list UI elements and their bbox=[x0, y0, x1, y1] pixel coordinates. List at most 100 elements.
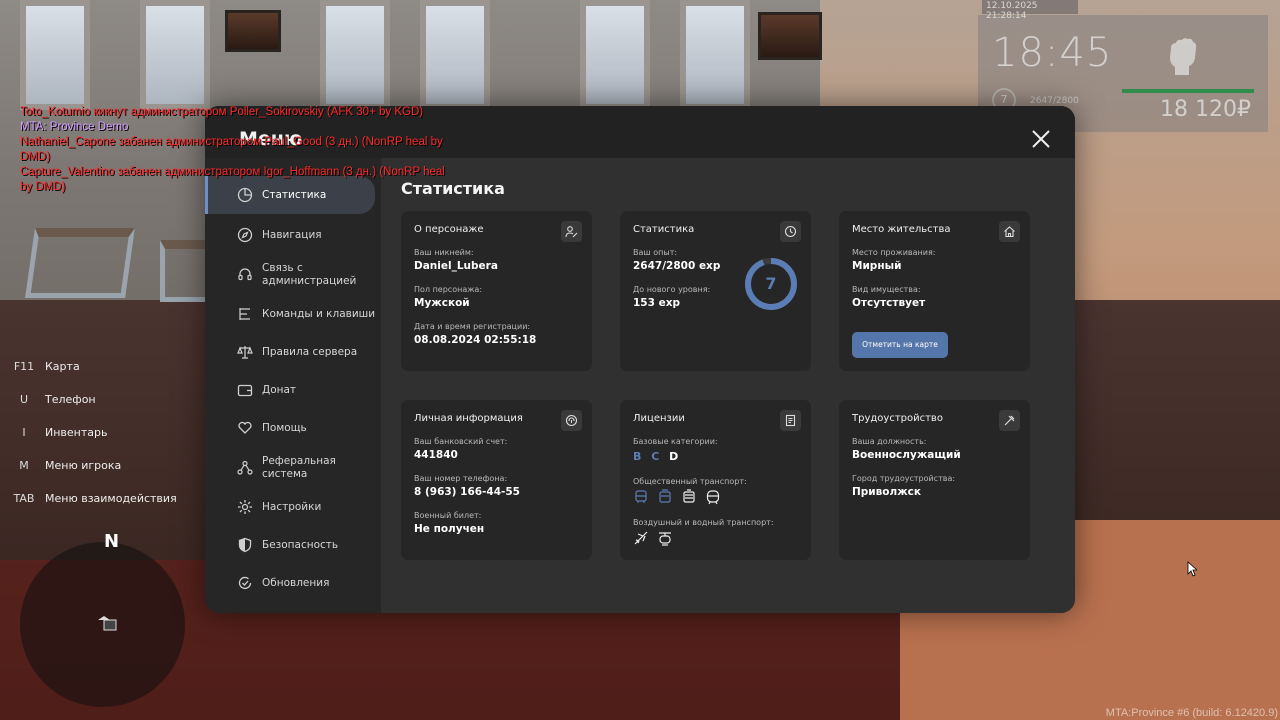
nav-item-label: Команды и клавиши bbox=[262, 307, 376, 320]
bus-icon bbox=[635, 490, 647, 503]
close-icon bbox=[1032, 130, 1050, 148]
keybind-key: M bbox=[19, 459, 29, 472]
card-action-button[interactable] bbox=[561, 410, 582, 431]
card-action-button[interactable] bbox=[780, 221, 801, 242]
refresh-check-icon bbox=[238, 576, 252, 590]
keybind-key: U bbox=[19, 393, 29, 406]
card-character: О персонаже Ваш никнейм: Daniel_Lubera П… bbox=[401, 211, 592, 371]
tools-icon bbox=[1004, 415, 1015, 426]
mark-on-map-button[interactable]: Отметить на карте bbox=[852, 332, 948, 358]
field-value: Мужской bbox=[414, 297, 470, 309]
wall-painting bbox=[758, 12, 822, 60]
nav-item-admin-contact[interactable]: Связь с администрацией bbox=[205, 254, 381, 295]
card-action-button[interactable] bbox=[561, 221, 582, 242]
nav-item-navigation[interactable]: Навигация bbox=[205, 216, 381, 254]
nav-item-referral[interactable]: Реферальная система bbox=[205, 447, 381, 488]
card-statistics: Статистика Ваш опыт: 2647/2800 exp До но… bbox=[620, 211, 811, 371]
wall-painting bbox=[225, 10, 281, 52]
field-position: Ваша должность: Военнослужащий bbox=[852, 437, 961, 461]
card-title: Трудоустройство bbox=[852, 413, 943, 424]
nav-item-label: Правила сервера bbox=[262, 345, 358, 358]
field-label: Базовые категории: bbox=[633, 437, 718, 446]
keybind-interaction-menu: TAB Меню взаимодействия bbox=[10, 482, 177, 515]
nav-item-label: Настройки bbox=[262, 500, 322, 513]
card-action-button[interactable] bbox=[999, 221, 1020, 242]
trolleybus-icon bbox=[659, 489, 671, 503]
room-window bbox=[20, 0, 90, 110]
air-transport-icons bbox=[633, 530, 673, 546]
card-residence: Место жительства Место проживания: Мирны… bbox=[839, 211, 1030, 371]
chat-line: Toto_Kotumio кикнут администратором Poll… bbox=[20, 106, 424, 118]
helicopter-icon bbox=[659, 532, 671, 546]
keybind-key: F11 bbox=[13, 360, 35, 373]
field-exp: Ваш опыт: 2647/2800 exp bbox=[633, 248, 720, 272]
house-icon bbox=[1004, 226, 1015, 238]
field-public-transport: Общественный транспорт: bbox=[633, 477, 747, 489]
hud-datetime: 12.10.2025 21:28:14 bbox=[982, 0, 1078, 21]
field-label: Место проживания: bbox=[852, 248, 936, 257]
nav-item-updates[interactable]: Обновления bbox=[205, 564, 381, 602]
fingerprint-icon bbox=[565, 414, 578, 427]
field-value: Приволжск bbox=[852, 486, 922, 498]
card-action-button[interactable] bbox=[999, 410, 1020, 431]
field-value: Daniel_Lubera bbox=[414, 260, 498, 272]
nav-item-rules[interactable]: Правила сервера bbox=[205, 333, 381, 371]
keybind-inventory: I Инвентарь bbox=[10, 416, 177, 449]
room-window bbox=[580, 0, 650, 110]
public-transport-icons bbox=[633, 489, 721, 505]
nav-item-security[interactable]: Безопасность bbox=[205, 526, 381, 564]
nav-item-label: Реферальная система bbox=[262, 454, 336, 480]
chat-line: Capture_Valentino забанен администраторо… bbox=[20, 166, 445, 178]
nav-item-help[interactable]: Помощь bbox=[205, 409, 381, 447]
fist-icon bbox=[1162, 34, 1202, 76]
field-label: Ваш опыт: bbox=[633, 248, 678, 257]
field-phone: Ваш номер телефона: 8 (963) 166-44-55 bbox=[414, 474, 520, 498]
nav-item-label: Связь с администрацией bbox=[262, 261, 357, 287]
keybind-label: Меню игрока bbox=[45, 459, 122, 472]
card-personal-info: Личная информация Ваш банковский счет: 4… bbox=[401, 400, 592, 560]
field-label: Общественный транспорт: bbox=[633, 477, 747, 486]
field-base-categories: Базовые категории: bbox=[633, 437, 718, 449]
room-window bbox=[420, 0, 490, 110]
hud-clock: 18:45 bbox=[992, 30, 1113, 76]
classroom-desk bbox=[25, 228, 135, 298]
field-value: 153 exp bbox=[633, 297, 680, 309]
field-label: Пол персонажа: bbox=[414, 285, 483, 294]
field-label: Город трудоустройства: bbox=[852, 474, 956, 483]
network-icon bbox=[237, 460, 253, 475]
keybind-phone: U Телефон bbox=[10, 383, 177, 416]
field-label: Воздушный и водный транспорт: bbox=[633, 518, 774, 527]
nav-item-commands[interactable]: Команды и клавиши bbox=[205, 295, 381, 333]
nav-item-label: Навигация bbox=[262, 228, 322, 241]
headset-icon bbox=[238, 267, 252, 280]
field-registration: Дата и время регистрации: 08.08.2024 02:… bbox=[414, 322, 536, 346]
field-value: Не получен bbox=[414, 523, 485, 535]
field-label: Дата и время регистрации: bbox=[414, 322, 531, 331]
list-icon bbox=[239, 308, 250, 320]
field-nickname: Ваш никнейм: Daniel_Lubera bbox=[414, 248, 498, 272]
tram-icon bbox=[683, 489, 695, 503]
chat-line: MTA: Province Demo bbox=[20, 121, 129, 133]
keybind-key: TAB bbox=[13, 492, 35, 505]
menu-sidebar: Статистика Навигация Связь с администрац… bbox=[205, 158, 381, 613]
card-action-button[interactable] bbox=[780, 410, 801, 431]
nav-item-donate[interactable]: Донат bbox=[205, 371, 381, 409]
scales-icon bbox=[237, 346, 253, 359]
plane-icon bbox=[634, 531, 648, 545]
minimap-north-label: N bbox=[104, 531, 120, 552]
hud-money: 18 120₽ bbox=[1160, 97, 1251, 122]
card-title: Статистика bbox=[633, 224, 695, 235]
close-button[interactable] bbox=[1028, 126, 1054, 152]
wallet-icon bbox=[237, 384, 253, 397]
nav-item-settings[interactable]: Настройки bbox=[205, 488, 381, 526]
nav-item-label: Обновления bbox=[262, 576, 330, 589]
chat-log: Toto_Kotumio кикнут администратором Poll… bbox=[20, 105, 500, 195]
mouse-cursor-icon bbox=[1187, 561, 1197, 577]
card-title: Место жительства bbox=[852, 224, 951, 235]
nav-item-label: Безопасность bbox=[262, 538, 339, 551]
field-label: Ваш никнейм: bbox=[414, 248, 474, 257]
license-category-c: C bbox=[651, 450, 660, 463]
field-value: 8 (963) 166-44-55 bbox=[414, 486, 520, 498]
menu-content: Статистика О персонаже Ваш никнейм: Dani… bbox=[381, 158, 1075, 613]
document-icon bbox=[785, 414, 796, 427]
